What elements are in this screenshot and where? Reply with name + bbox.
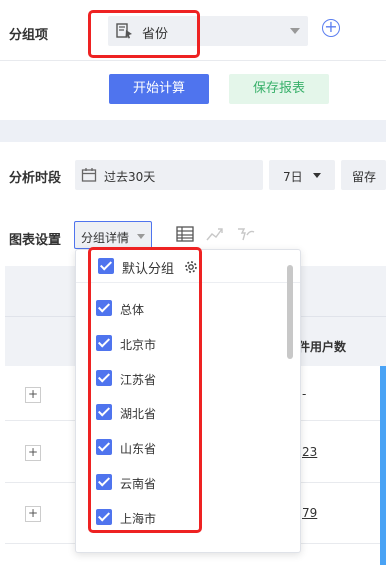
retention-select[interactable]: 留存	[341, 160, 386, 190]
cell-value-link[interactable]: 79	[302, 506, 317, 520]
start-calculate-button[interactable]: 开始计算	[109, 74, 209, 104]
cell-value-link[interactable]: 23	[302, 445, 317, 459]
granularity-select[interactable]: 7日	[269, 160, 335, 190]
scroll-indicator	[380, 366, 386, 565]
chart-mode-value: 分组详情	[81, 231, 130, 245]
expand-row-button[interactable]: +	[25, 506, 41, 522]
save-report-button[interactable]: 保存报表	[229, 74, 329, 104]
funnel-chart-icon[interactable]	[236, 226, 256, 246]
line-chart-icon[interactable]	[206, 226, 224, 246]
period-label: 分析时段	[9, 171, 62, 186]
dropdown-scrollbar[interactable]	[287, 265, 293, 359]
chevron-down-icon	[290, 28, 300, 34]
retention-label: 留存	[352, 170, 377, 184]
caret-down-icon	[313, 173, 321, 178]
add-group-icon[interactable]: +	[322, 19, 340, 37]
chart-settings-label: 图表设置	[9, 233, 62, 248]
date-range-picker[interactable]: 过去30天	[75, 160, 263, 190]
column-header-users: 件用户数	[298, 340, 347, 354]
chevron-down-icon	[137, 234, 145, 239]
calendar-icon	[81, 167, 97, 186]
expand-row-button[interactable]: +	[25, 387, 41, 403]
chart-mode-select[interactable]: 分组详情	[74, 221, 152, 249]
highlight-box-dropdown	[88, 247, 202, 533]
cell-value: -	[302, 387, 307, 401]
date-range-value: 过去30天	[104, 170, 156, 184]
section-separator	[0, 120, 386, 142]
granularity-value: 7日	[283, 170, 303, 184]
highlight-box-group	[88, 10, 200, 58]
table-view-icon[interactable]	[176, 226, 194, 246]
expand-row-button[interactable]: +	[25, 445, 41, 461]
group-label: 分组项	[9, 28, 49, 43]
divider	[0, 60, 386, 61]
